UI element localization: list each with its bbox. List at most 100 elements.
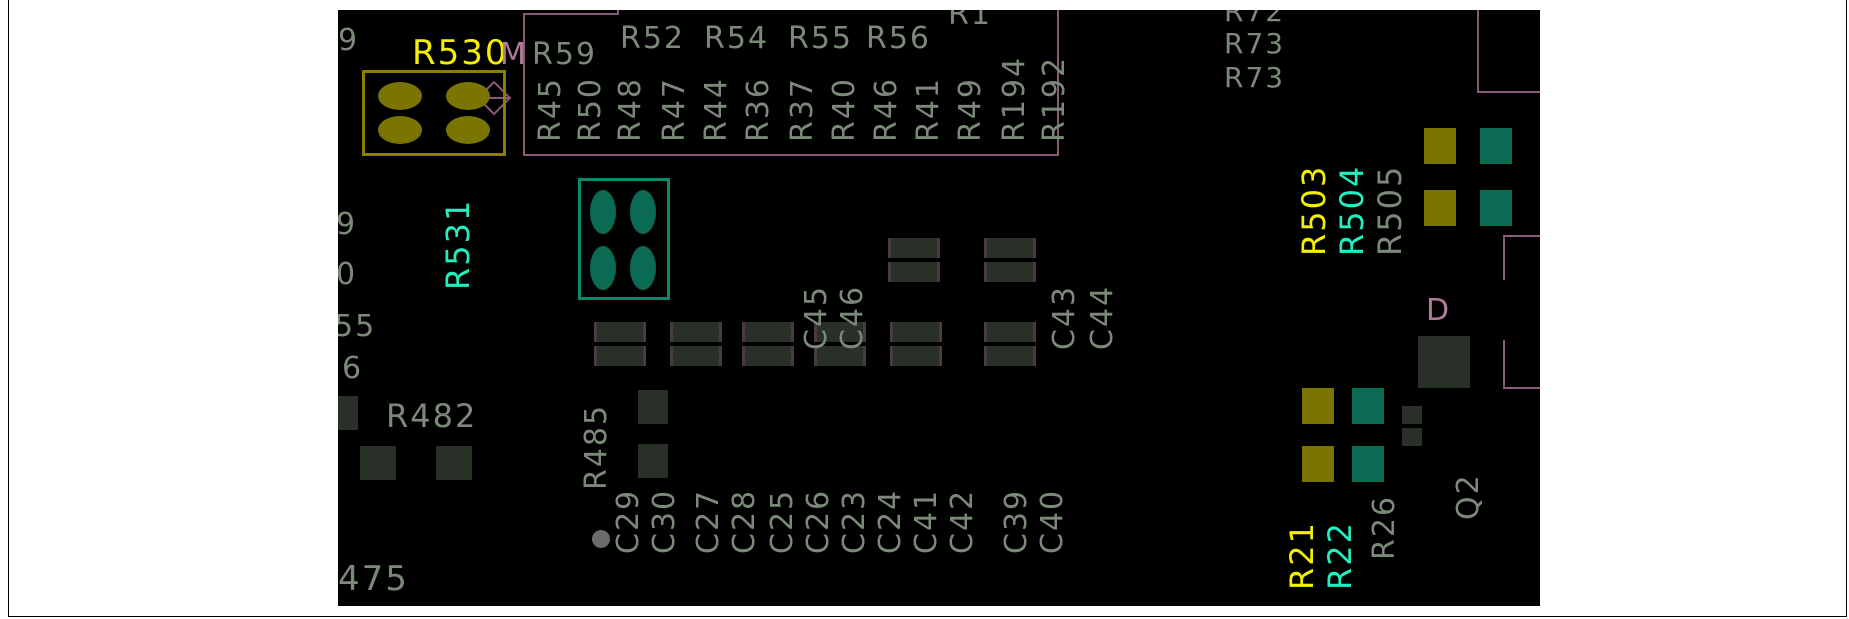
label-r45: R45: [533, 76, 568, 142]
capacitor-pad: [890, 322, 942, 342]
label-c40: C40: [1035, 488, 1070, 554]
r504-pad: [1480, 190, 1512, 226]
label-r73: R73: [1224, 27, 1286, 60]
label-r72: R72: [1224, 10, 1286, 28]
label-c39: C39: [999, 488, 1034, 554]
label-r41: R41: [911, 76, 946, 142]
label-r26: R26: [1367, 494, 1402, 560]
label-r54: R54: [704, 21, 770, 56]
capacitor-pad: [888, 262, 940, 282]
r503-pad: [1424, 128, 1456, 164]
r482-pad: [360, 446, 396, 480]
label-c26: C26: [801, 488, 836, 554]
label-r48: R48: [613, 76, 648, 142]
label-r21: R21: [1283, 521, 1321, 590]
r531-pad: [590, 246, 616, 290]
capacitor-pad: [984, 346, 1036, 366]
label-r1-partial: R1: [948, 10, 992, 32]
r531-pad: [630, 190, 656, 234]
label-r531: R531: [439, 198, 477, 290]
label-475: 475: [338, 559, 409, 599]
r485-pad: [638, 444, 668, 478]
label-c41: C41: [909, 488, 944, 554]
label-c29: C29: [611, 488, 646, 554]
capacitor-pad: [594, 322, 646, 342]
d-pad: [1418, 336, 1470, 388]
label-r37: R37: [785, 76, 820, 142]
label-c28: C28: [727, 488, 762, 554]
r530-pad: [446, 82, 490, 110]
label-edge-6: 6: [342, 351, 364, 386]
label-r504: R504: [1333, 164, 1371, 256]
label-c24: C24: [873, 488, 908, 554]
label-r49: R49: [953, 76, 988, 142]
capacitor-pad: [594, 346, 646, 366]
label-c46: C46: [835, 284, 870, 350]
label-c45: C45: [799, 284, 834, 350]
r22-pad: [1352, 388, 1384, 424]
label-c30: C30: [647, 488, 682, 554]
label-r482: R482: [386, 397, 478, 435]
label-r55: R55: [788, 21, 854, 56]
label-r22: R22: [1321, 521, 1359, 590]
label-c43: C43: [1047, 284, 1082, 350]
label-c23: C23: [837, 488, 872, 554]
r26-pad: [1402, 406, 1422, 424]
r530-footprint: [362, 70, 506, 156]
left-pad: [338, 396, 358, 430]
r482-pad: [436, 446, 472, 480]
label-q2: Q2: [1451, 473, 1486, 520]
label-r505: R505: [1371, 164, 1409, 256]
label-m: M: [500, 37, 528, 72]
label-d: D: [1426, 293, 1452, 328]
label-r46: R46: [869, 76, 904, 142]
pcb-layout-view: R530 M R59 R52 R54 R55 R56 R1 R72 R73 R7…: [338, 10, 1540, 606]
label-c25: C25: [765, 488, 800, 554]
label-r36: R36: [741, 76, 776, 142]
capacitor-pad: [670, 322, 722, 342]
capacitor-pad: [984, 238, 1036, 258]
capacitor-pad: [670, 346, 722, 366]
r530-pad: [446, 116, 490, 144]
r485-pad: [638, 390, 668, 424]
capacitor-pad: [742, 322, 794, 342]
label-r59: R59: [532, 37, 598, 72]
label-edge-0: 0: [338, 257, 358, 292]
r531-footprint: [578, 178, 670, 300]
label-r52: R52: [620, 21, 686, 56]
r504-pad: [1480, 128, 1512, 164]
r21-pad: [1302, 388, 1334, 424]
r26-pad: [1402, 428, 1422, 446]
r530-pad: [378, 82, 422, 110]
capacitor-pad: [890, 346, 942, 366]
label-r192: R192: [1037, 55, 1072, 142]
capacitor-pad: [888, 238, 940, 258]
label-c42: C42: [945, 488, 980, 554]
label-r73b: R73: [1224, 61, 1286, 94]
label-edge-55: 55: [338, 309, 377, 344]
label-c27: C27: [691, 488, 726, 554]
label-edge-9: 9: [338, 23, 360, 58]
r530-pad: [378, 116, 422, 144]
via: [592, 530, 610, 548]
r22-pad: [1352, 446, 1384, 482]
label-r194: R194: [997, 55, 1032, 142]
label-r50: R50: [573, 76, 608, 142]
label-r44: R44: [699, 76, 734, 142]
capacitor-pad: [984, 262, 1036, 282]
r531-pad: [590, 190, 616, 234]
label-r47: R47: [657, 76, 692, 142]
r531-pad: [630, 246, 656, 290]
label-c44: C44: [1085, 284, 1120, 350]
capacitor-pad: [984, 322, 1036, 342]
r21-pad: [1302, 446, 1334, 482]
capacitor-pad: [742, 346, 794, 366]
label-r40: R40: [827, 76, 862, 142]
page-frame: R530 M R59 R52 R54 R55 R56 R1 R72 R73 R7…: [8, 0, 1847, 617]
r503-pad: [1424, 190, 1456, 226]
label-edge-9b: 9: [338, 207, 358, 242]
label-r503: R503: [1295, 164, 1333, 256]
label-r485: R485: [579, 403, 614, 490]
label-r56: R56: [866, 21, 932, 56]
label-r530: R530: [412, 33, 509, 73]
